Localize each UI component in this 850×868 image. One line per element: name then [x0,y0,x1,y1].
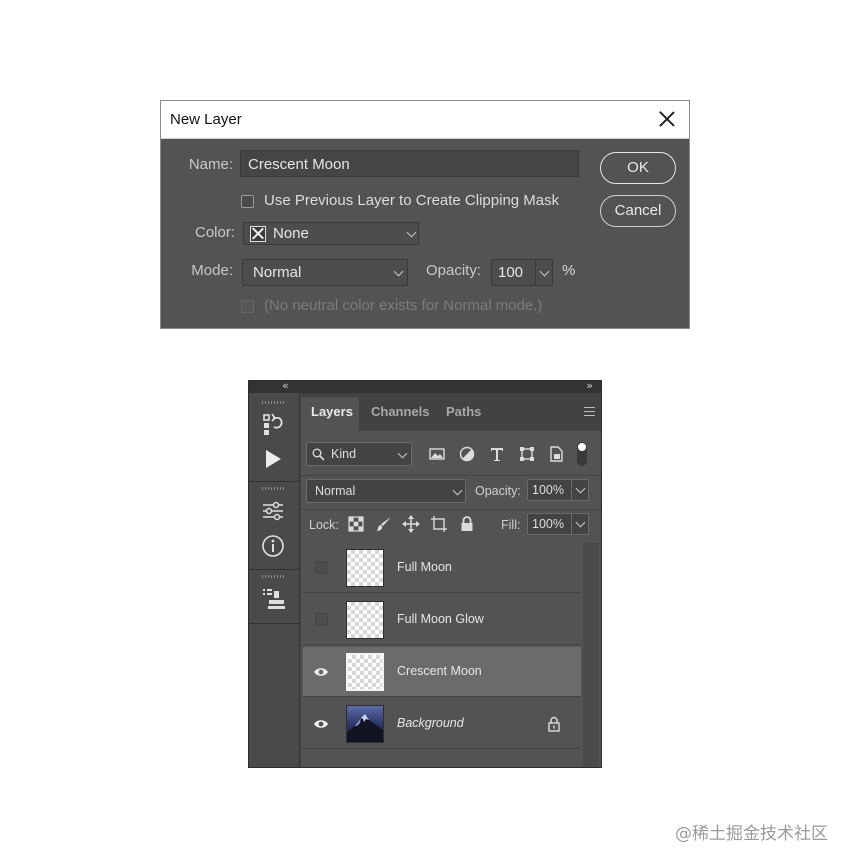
collapse-right-icon[interactable]: » [586,379,593,392]
panel-opacity-value: 100% [532,483,564,497]
panel-tab-bar: Layers Channels Paths [301,393,601,433]
neutral-color-checkbox [241,300,254,313]
blend-mode-value: Normal [315,484,356,498]
cancel-button[interactable]: Cancel [600,195,676,227]
layer-row-full-moon-glow[interactable]: Full Moon Glow [303,595,581,645]
lock-artboard-icon[interactable] [430,515,448,533]
tab-layers[interactable]: Layers [311,404,353,419]
layer-row-crescent-moon[interactable]: Crescent Moon [303,647,581,697]
eye-icon[interactable] [313,664,329,680]
grip-handle[interactable] [262,487,286,490]
layer-thumbnail [346,601,384,639]
adjustments-icon[interactable] [259,497,287,525]
shape-filter-icon[interactable] [518,445,536,463]
lock-pixels-brush-icon[interactable] [375,515,393,533]
lock-transparent-icon[interactable] [347,515,365,533]
chevron-down-icon [393,266,404,277]
clipping-mask-checkbox[interactable] [241,195,254,208]
layer-name: Background [397,716,464,730]
opacity-label: Opacity: [426,262,482,279]
close-icon[interactable] [657,109,677,129]
filter-kind-dropdown[interactable]: Kind [306,442,412,466]
layer-name: Full Moon Glow [397,612,484,626]
clipping-mask-label: Use Previous Layer to Create Clipping Ma… [264,192,560,209]
chevron-down-icon [406,227,417,238]
ok-button[interactable]: OK [600,152,676,184]
fill-label: Fill: [501,518,521,532]
filter-kind-value: Kind [331,447,357,461]
filter-toggle[interactable] [577,442,587,466]
none-color-icon [250,226,266,242]
adjustment-filter-icon[interactable] [458,445,476,463]
opacity-input[interactable]: 100 [491,259,553,286]
mode-value: Normal [253,264,302,281]
opacity-value: 100 [498,264,524,281]
panel-opacity-label: Opacity: [475,484,521,498]
layer-row-full-moon[interactable]: Full Moon [303,543,581,593]
visibility-toggle[interactable] [315,613,328,626]
lock-label: Lock: [309,518,339,532]
layer-row-background[interactable]: Background [303,699,581,749]
dialog-title-bar: New Layer [161,101,689,139]
layer-name: Crescent Moon [397,664,482,678]
mode-dropdown[interactable]: Normal [242,259,408,286]
neutral-color-label: (No neutral color exists for Normal mode… [264,297,543,314]
smart-object-filter-icon[interactable] [547,445,565,463]
tab-channels[interactable]: Channels [371,404,430,419]
layer-name: Full Moon [397,560,452,574]
tab-paths[interactable]: Paths [446,404,481,419]
dialog-title: New Layer [170,111,242,128]
chevron-down-icon [452,485,463,496]
chevron-down-icon[interactable] [575,483,586,494]
fill-value: 100% [532,517,564,531]
panel-top-bar: « » [249,379,601,393]
layer-thumbnail [346,549,384,587]
chevron-down-icon [397,448,408,459]
layers-scrollbar[interactable] [583,543,599,767]
blend-mode-dropdown[interactable]: Normal [306,479,466,503]
type-filter-icon[interactable] [488,445,506,463]
lock-icon[interactable] [547,716,561,732]
background-image-thumbnail [346,705,384,743]
layers-panel: « » Layers Channels Paths Kind Normal Op… [248,379,602,768]
clone-source-icon[interactable] [259,585,287,613]
pixel-filter-icon[interactable] [428,445,446,463]
watermark-text: @稀土掘金技术社区 [675,824,828,844]
search-icon [312,448,325,461]
panel-menu-icon[interactable] [584,407,595,416]
panel-opacity-input[interactable]: 100% [527,479,589,501]
lock-all-icon[interactable] [458,515,476,533]
grip-handle[interactable] [262,401,286,404]
play-action-icon[interactable] [259,445,287,473]
chevron-down-icon[interactable] [575,517,586,528]
eye-icon[interactable] [313,716,329,732]
color-value: None [273,225,309,242]
panel-dock-strip [249,393,300,767]
grip-handle[interactable] [262,575,286,578]
info-icon[interactable] [259,532,287,560]
opacity-unit: % [562,262,576,279]
name-label: Name: [188,156,233,173]
color-label: Color: [194,224,235,241]
layer-thumbnail [346,653,384,691]
layer-name-value: Crescent Moon [248,156,350,173]
lock-position-move-icon[interactable] [402,515,420,533]
layers-main: Layers Channels Paths Kind Normal Opacit… [301,393,601,767]
fill-input[interactable]: 100% [527,513,589,535]
mode-label: Mode: [191,262,233,279]
collapse-left-icon[interactable]: « [282,379,289,392]
history-icon[interactable] [259,411,287,439]
color-dropdown[interactable]: None [243,222,419,245]
new-layer-dialog: New Layer Name: Crescent Moon OK Cancel … [160,100,690,329]
chevron-down-icon[interactable] [539,266,550,277]
visibility-toggle[interactable] [315,561,328,574]
layer-name-input[interactable]: Crescent Moon [240,150,579,177]
